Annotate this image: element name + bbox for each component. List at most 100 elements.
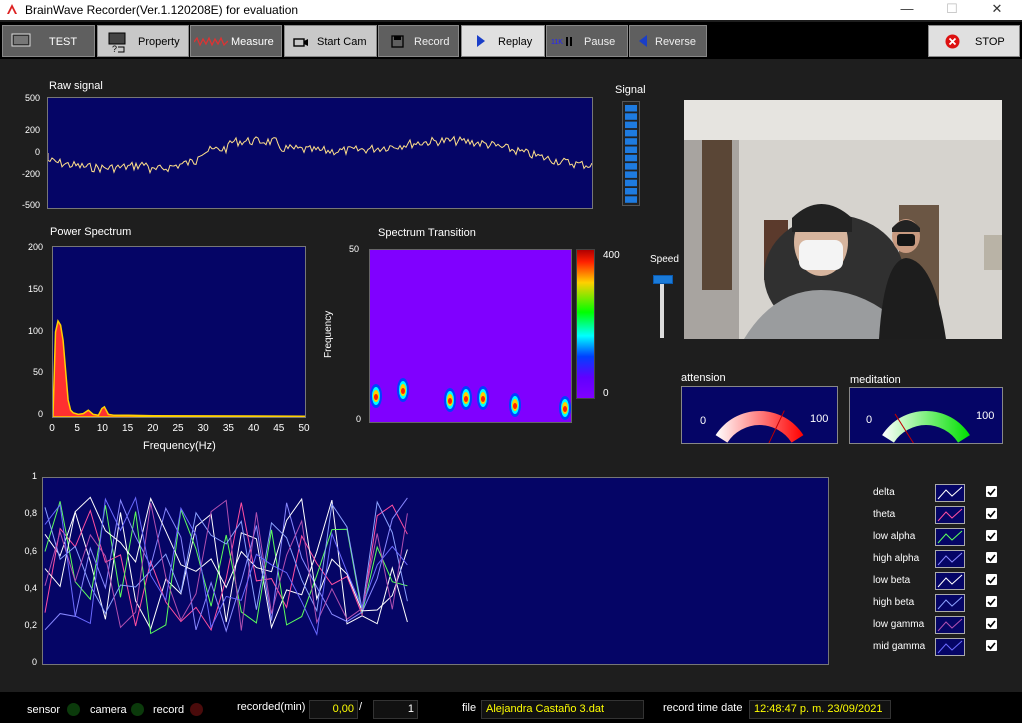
legend-label: high beta bbox=[873, 597, 915, 608]
time-label: record time date bbox=[663, 702, 743, 714]
heat-cell bbox=[464, 396, 468, 402]
waveform-icon bbox=[194, 36, 228, 47]
legend-checkbox[interactable] bbox=[986, 618, 997, 629]
ps-xtick: 0 bbox=[49, 423, 55, 434]
property-button[interactable]: ? Property bbox=[97, 25, 189, 57]
signal-bar bbox=[625, 105, 637, 112]
gauge-arc bbox=[715, 411, 804, 443]
legend-checkbox[interactable] bbox=[986, 574, 997, 585]
signal-bar bbox=[625, 171, 637, 178]
webcam-feed bbox=[684, 100, 1002, 339]
stop-button[interactable]: STOP bbox=[928, 25, 1020, 57]
bands-ytick: 0,8 bbox=[24, 508, 37, 518]
svg-text:11K: 11K bbox=[551, 39, 563, 46]
reverse-play-icon bbox=[639, 35, 647, 47]
attension-label: attension bbox=[681, 372, 726, 384]
ps-xtick: 30 bbox=[197, 423, 209, 434]
signal-bar bbox=[625, 188, 637, 195]
ps-xtick: 25 bbox=[172, 423, 184, 434]
ps-ytick: 150 bbox=[27, 284, 43, 294]
camera-led bbox=[131, 703, 144, 716]
spectrum-heatmap-cells bbox=[370, 378, 571, 420]
bands-ytick: 0,2 bbox=[24, 620, 37, 630]
speed-slider-thumb[interactable] bbox=[653, 275, 673, 284]
speed-slider-track[interactable] bbox=[660, 281, 664, 338]
save-disk-icon bbox=[391, 35, 404, 48]
title-bar: BrainWave Recorder(Ver.1.120208E) for ev… bbox=[0, 0, 1022, 20]
band-line bbox=[44, 501, 408, 635]
legend-label: mid gamma bbox=[873, 641, 926, 652]
raw-signal-title: Raw signal bbox=[49, 80, 103, 92]
raw-signal-line bbox=[47, 135, 593, 175]
maximize-button[interactable]: ☐ bbox=[930, 0, 974, 20]
legend-label: theta bbox=[873, 509, 896, 520]
file-value: Alejandra Castaño 3.dat bbox=[481, 700, 644, 719]
ps-ytick: 200 bbox=[27, 242, 43, 252]
bands-ytick: 0,4 bbox=[24, 583, 37, 593]
legend-item: high alpha bbox=[873, 550, 1013, 568]
record-label: record bbox=[153, 704, 185, 716]
ps-ytick: 100 bbox=[27, 326, 43, 336]
test-button[interactable]: TEST bbox=[2, 25, 95, 57]
raw-ytick: 0 bbox=[34, 147, 40, 157]
legend-checkbox[interactable] bbox=[986, 640, 997, 651]
recorded-value: 0,00 bbox=[309, 700, 358, 719]
signal-bar bbox=[625, 196, 637, 203]
signal-meter-bars bbox=[625, 105, 637, 203]
reverse-button[interactable]: Reverse bbox=[629, 25, 707, 57]
legend-item: mid gamma bbox=[873, 638, 1013, 656]
legend-swatch bbox=[935, 616, 965, 634]
st-ytick-top: 50 bbox=[348, 244, 359, 254]
minimize-button[interactable]: — bbox=[885, 0, 929, 20]
raw-ytick: -500 bbox=[21, 200, 40, 210]
signal-bar bbox=[625, 138, 637, 145]
heat-cell bbox=[513, 403, 517, 409]
legend-item: low gamma bbox=[873, 616, 1013, 634]
signal-bar bbox=[625, 113, 637, 120]
measure-button[interactable]: Measure bbox=[190, 25, 282, 57]
signal-bar bbox=[625, 163, 637, 170]
legend-checkbox[interactable] bbox=[986, 508, 997, 519]
meditation-label: meditation bbox=[850, 374, 901, 386]
bands-ytick: 1 bbox=[31, 471, 37, 481]
pause-button[interactable]: 11K Pause bbox=[546, 25, 628, 57]
legend-swatch bbox=[935, 528, 965, 546]
signal-bar bbox=[625, 121, 637, 129]
recorded-label: recorded(min) bbox=[237, 701, 306, 713]
raw-signal-plot bbox=[47, 97, 593, 209]
heat-cell bbox=[448, 398, 452, 404]
monitor-icon bbox=[11, 33, 31, 47]
legend-item: low alpha bbox=[873, 528, 1013, 546]
legend-label: low gamma bbox=[873, 619, 925, 630]
legend-label: low alpha bbox=[873, 531, 916, 542]
legend-checkbox[interactable] bbox=[986, 530, 997, 541]
legend-checkbox[interactable] bbox=[986, 486, 997, 497]
legend-item: theta bbox=[873, 506, 1013, 524]
record-button[interactable]: Record bbox=[378, 25, 459, 57]
camera-label: camera bbox=[90, 704, 127, 716]
legend-swatch bbox=[935, 550, 965, 568]
band-line bbox=[44, 502, 408, 632]
ps-ytick: 0 bbox=[37, 409, 43, 419]
pause-icon: 11K bbox=[551, 37, 572, 46]
speed-label: Speed bbox=[650, 254, 679, 265]
legend-checkbox[interactable] bbox=[986, 552, 997, 563]
power-spectrum-fill bbox=[52, 319, 306, 418]
start-cam-button[interactable]: Start Cam bbox=[284, 25, 377, 57]
legend-item: low beta bbox=[873, 572, 1013, 590]
record-led bbox=[190, 703, 203, 716]
replay-button[interactable]: Replay bbox=[461, 25, 545, 57]
spectrum-heatmap bbox=[369, 249, 572, 423]
play-icon bbox=[477, 35, 485, 47]
attension-min: 0 bbox=[700, 415, 707, 427]
heat-cell bbox=[374, 394, 378, 400]
spectrum-ylabel: Frequency bbox=[323, 310, 334, 358]
close-button[interactable]: ✕ bbox=[975, 0, 1019, 20]
raw-ytick: 200 bbox=[24, 125, 40, 135]
signal-meter-title: Signal bbox=[615, 84, 646, 96]
meditation-max: 100 bbox=[976, 410, 995, 422]
svg-text:?: ? bbox=[112, 44, 117, 54]
window-title: BrainWave Recorder(Ver.1.120208E) for ev… bbox=[25, 3, 299, 17]
attension-gauge: 0 100 bbox=[681, 386, 838, 447]
legend-checkbox[interactable] bbox=[986, 596, 997, 607]
